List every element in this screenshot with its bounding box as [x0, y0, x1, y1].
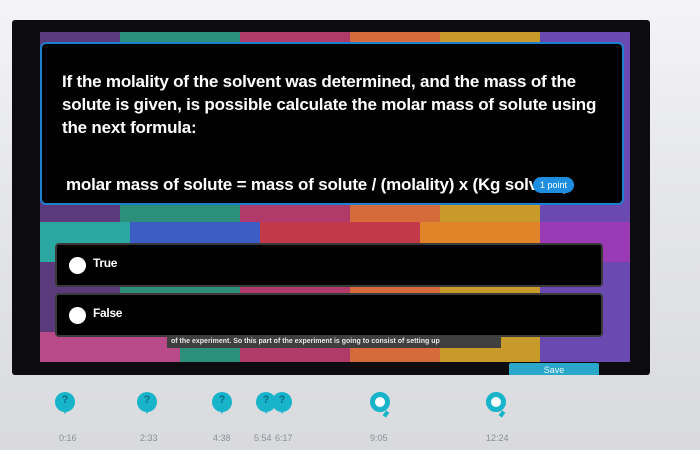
option-true[interactable]: True — [55, 243, 603, 287]
video-caption: of the experiment. So this part of the e… — [167, 336, 501, 348]
question-marker-5[interactable]: ? — [272, 392, 292, 414]
time-label: 9:05 — [370, 433, 388, 443]
checkpoint-marker-1[interactable] — [370, 392, 390, 412]
time-label: 12:24 — [486, 433, 509, 443]
question-marker-2[interactable]: ? — [137, 392, 157, 414]
question-mark-icon: ? — [143, 394, 151, 406]
time-label: 2:33 — [140, 433, 158, 443]
checkpoint-marker-2[interactable] — [486, 392, 506, 412]
question-mark-icon: ? — [218, 394, 226, 406]
formula-text: molar mass of solute = mass of solute / … — [66, 175, 569, 194]
time-label: 5:54 — [254, 433, 272, 443]
timeline: ? ? ? ? ? 0:16 2:33 4:38 5:54 6:17 9:05 … — [0, 385, 700, 450]
radio-icon[interactable] — [69, 307, 86, 324]
time-label: 6:17 — [275, 433, 293, 443]
save-button[interactable]: Save — [509, 363, 599, 375]
time-label: 0:16 — [59, 433, 77, 443]
time-label: 4:38 — [213, 433, 231, 443]
option-false[interactable]: False — [55, 293, 603, 337]
question-marker-1[interactable]: ? — [55, 392, 75, 414]
question-text: If the molality of the solvent was deter… — [62, 72, 597, 137]
point-badge: 1 point — [533, 177, 575, 193]
question-mark-icon: ? — [61, 394, 69, 406]
option-label: False — [93, 306, 123, 320]
quiz-panel: If the molality of the solvent was deter… — [12, 20, 650, 375]
question-marker-3[interactable]: ? — [212, 392, 232, 414]
question-mark-icon: ? — [278, 394, 286, 406]
radio-icon[interactable] — [69, 257, 86, 274]
option-label: True — [93, 256, 118, 270]
